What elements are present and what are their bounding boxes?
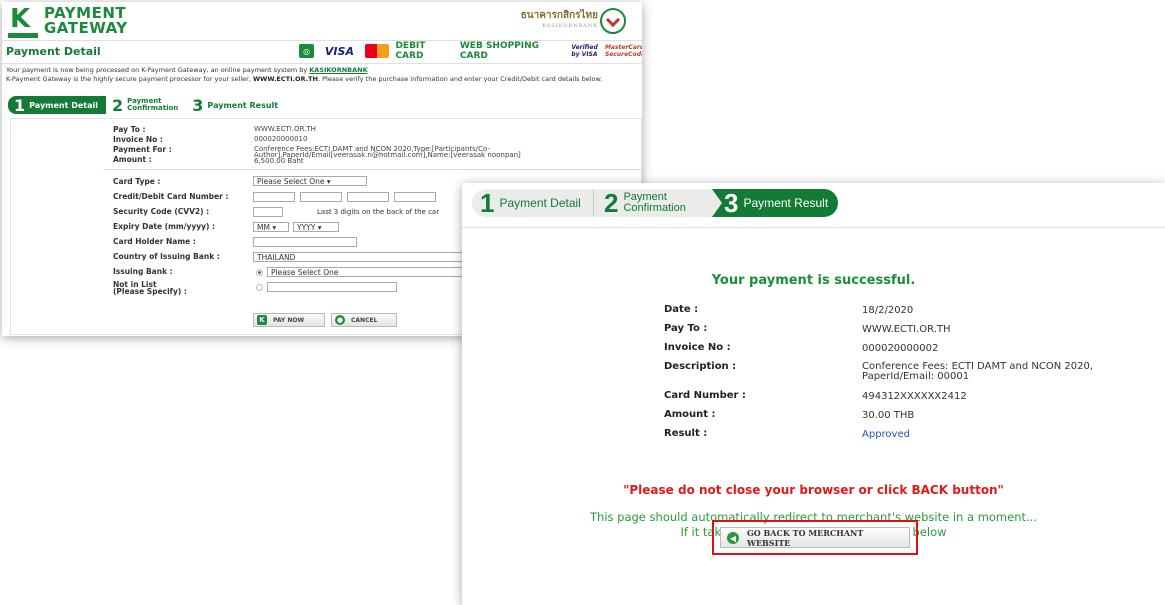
go-back-to-merchant-button[interactable]: ◀ GO BACK TO MERCHANT WEBSITE	[720, 527, 910, 548]
step-payment-detail: 1 Payment Detail	[8, 96, 106, 115]
not-in-list-label: Not in List (Please Specify) :	[113, 280, 187, 296]
step-payment-detail: 1 Payment Detail	[472, 188, 593, 218]
pay-icon: K	[257, 315, 267, 325]
payment-for-label: Payment For :	[113, 145, 172, 154]
kasikornbank-emblem-icon	[600, 8, 626, 34]
country-label: Country of Issuing Bank :	[113, 252, 220, 261]
kbank-debit-card-logo: DEBIT CARD	[395, 41, 426, 61]
result-value: Approved	[862, 429, 910, 440]
verified-by-visa-logo: Verified by VISA	[571, 44, 598, 58]
step-payment-result: 3 Payment Result	[192, 95, 279, 115]
expiry-year-select[interactable]: YYYY ▾	[293, 222, 339, 232]
card-number-field-1[interactable]	[253, 192, 295, 202]
result-label: Result :	[664, 428, 708, 439]
issuing-bank-select[interactable]: Please Select One	[267, 267, 465, 277]
country-select[interactable]: THAILAND	[253, 252, 465, 262]
date-label: Date :	[664, 304, 699, 315]
invoice-value: 000020000002	[862, 343, 939, 354]
intro-text: Your payment is now being processed on K…	[6, 66, 603, 83]
cvv-hint: Last 3 digits on the back of the car	[317, 208, 440, 216]
pay-to-value: WWW.ECTI.OR.TH	[862, 324, 951, 335]
card-number-field-4[interactable]	[394, 192, 436, 202]
cancel-icon: ●	[335, 315, 345, 325]
pay-to-label: Pay To :	[664, 323, 708, 334]
back-arrow-icon: ◀	[727, 531, 739, 544]
brand-line-2: GATEWAY	[44, 19, 128, 37]
pay-to-label: Pay To :	[113, 125, 146, 134]
k-payment-gateway-logo: K PAYMENT GATEWAY	[8, 4, 127, 40]
payment-result-window: 1 Payment Detail 2 Payment Confirmation 3 Pa…	[462, 183, 1165, 605]
issuing-bank-label: Issuing Bank :	[113, 267, 173, 276]
step-payment-confirmation: 2 Payment Confirmation	[594, 188, 712, 218]
kasikornbank-wordmark: ธนาคารกสิกรไทย KASIKORNBANK	[520, 10, 598, 29]
invoice-label: Invoice No :	[664, 342, 731, 353]
success-message: Your payment is successful.	[711, 273, 916, 288]
card-holder-field[interactable]	[253, 237, 357, 247]
amount-value: 30.00 THB	[862, 410, 915, 421]
highlight-frame: ◀ GO BACK TO MERCHANT WEBSITE	[712, 520, 918, 555]
not-in-list-radio[interactable]	[256, 284, 263, 291]
progress-steps-large: 1 Payment Detail 2 Payment Confirmation 3 Pa…	[472, 188, 1152, 218]
progress-steps: 1 Payment Detail 2 Payment Confirmation 3 Pa…	[8, 95, 286, 115]
date-value: 18/2/2020	[862, 305, 914, 316]
card-number-label: Card Number :	[664, 390, 746, 401]
card-type-select[interactable]: Please Select One ▾	[253, 176, 367, 186]
expiry-month-select[interactable]: MM ▾	[253, 222, 289, 232]
card-number-value: 494312XXXXXX2412	[862, 391, 967, 402]
step-payment-confirmation: 2 Payment Confirmation	[112, 95, 179, 115]
money-icon: ◎	[299, 44, 315, 58]
card-number-field-3[interactable]	[347, 192, 389, 202]
not-in-list-field[interactable]	[267, 282, 397, 292]
pay-now-button[interactable]: K PAY NOW	[253, 313, 325, 327]
title-bar: Payment Detail ◎ VISA DEBIT CARD WEB SHO…	[2, 40, 642, 64]
page-title: Payment Detail	[6, 45, 101, 58]
amount-label: Amount :	[664, 409, 716, 420]
step-payment-result: 3 Payment Result	[712, 188, 838, 218]
mastercard-securecode-logo: MasterCard SecureCode	[604, 44, 642, 58]
cvv-label: Security Code (CVV2) :	[113, 207, 210, 216]
invoice-label: Invoice No :	[113, 135, 163, 144]
kasikorn-k-icon: K	[8, 4, 38, 38]
issuing-bank-radio[interactable]	[256, 269, 263, 276]
card-holder-label: Card Holder Name :	[113, 237, 196, 246]
cvv-field[interactable]	[253, 207, 283, 217]
step-separator	[712, 189, 722, 217]
card-type-label: Card Type :	[113, 177, 161, 186]
card-logos: ◎ VISA DEBIT CARD WEB SHOPPING CARD Veri…	[299, 41, 642, 61]
amount-label: Amount :	[113, 155, 152, 164]
description-value-2: PaperId/Email: 00001	[862, 371, 970, 382]
cancel-button[interactable]: ● CANCEL	[331, 313, 397, 327]
description-label: Description :	[664, 361, 737, 372]
visa-logo: VISA	[324, 44, 354, 58]
expiry-label: Expiry Date (mm/yyyy) :	[113, 222, 216, 231]
divider	[103, 169, 642, 170]
amount-value: 6,500.00 Baht	[254, 157, 304, 165]
kasikornbank-link[interactable]: KASIKORNBANK	[309, 66, 367, 74]
kbank-web-shopping-card-logo: WEB SHOPPING CARD	[459, 41, 540, 61]
card-number-label: Credit/Debit Card Number :	[113, 192, 229, 201]
card-number-field-2[interactable]	[300, 192, 342, 202]
invoice-value: 000020000010	[254, 135, 308, 143]
warning-message: "Please do not close your browser or cli…	[623, 483, 1004, 497]
mastercard-icon	[364, 44, 390, 58]
seller-name: WWW.ECTI.OR.TH	[252, 74, 318, 83]
pay-to-value: WWW.ECTI.OR.TH	[254, 125, 316, 133]
